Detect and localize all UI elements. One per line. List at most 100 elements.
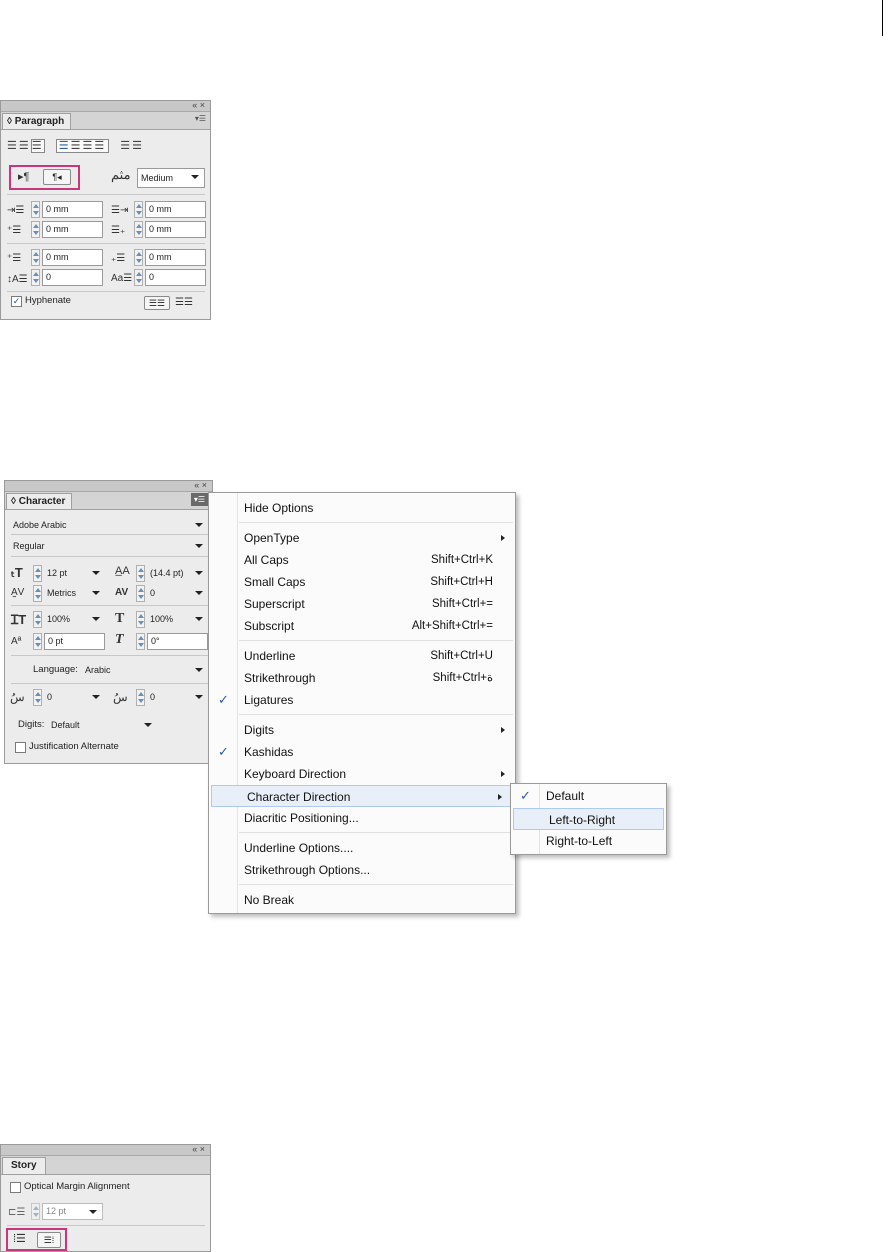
right-indent-stepper[interactable] [134,201,143,218]
panel-menu-icon[interactable]: ▾☰ [195,114,206,123]
left-indent-stepper[interactable] [31,201,40,218]
space-before-field[interactable]: 0 mm [42,249,103,266]
panel-menu-icon[interactable]: ▾☰ [190,493,208,506]
baseline-shift-stepper[interactable] [33,633,42,650]
submenu-item-label: Left-to-Right [549,813,616,827]
drop-cap-lines-stepper[interactable] [31,269,40,286]
submenu-item-default[interactable]: ✓ Default [511,785,666,807]
tab-story[interactable]: Story [2,1157,46,1174]
tab-paragraph[interactable]: ◊ Paragraph [2,113,72,129]
submenu-arrow-icon [501,727,505,733]
menu-item-no-break[interactable]: No Break [209,889,515,911]
justify-all-icon[interactable]: ☰ [94,140,106,152]
justify-right-icon[interactable]: ☰ [82,140,94,152]
panel-titlebar[interactable]: « × [5,480,212,492]
justify-center-icon[interactable]: ☰ [71,140,83,152]
align-away-spine-icon[interactable]: ☰ [132,140,144,152]
font-size-stepper[interactable] [33,565,42,582]
drop-cap-chars-field[interactable]: 0 [145,269,206,286]
leading-select[interactable]: (14.4 pt) [150,565,208,581]
justify-left-icon[interactable]: ☰ [59,140,71,152]
collapse-close-controls[interactable]: « × [192,100,205,111]
menu-item-underline-options[interactable]: Underline Options.... [209,837,515,859]
story-ltr-icon[interactable]: ⁞☰ [13,1233,26,1245]
right-indent-field[interactable]: 0 mm [145,201,206,218]
vertical-scale-select[interactable]: 100% [47,611,105,627]
align-right-icon[interactable]: ☰ [30,139,45,153]
menu-item-character-direction[interactable]: Character Direction [211,785,513,807]
tab-character[interactable]: ◊ Character [6,493,73,509]
align-left-icon[interactable]: ☰ [7,140,19,152]
menu-item-subscript[interactable]: Subscript Alt+Shift+Ctrl+= [209,615,515,637]
rtl-paragraph-button[interactable]: ¶◂ [43,169,71,185]
font-size-icon: ₜT [11,565,23,580]
first-line-indent-stepper[interactable] [31,221,40,238]
collapse-close-controls[interactable]: « × [194,480,207,491]
panel-titlebar[interactable]: « × [1,100,210,112]
skew-field[interactable]: 0° [147,633,208,650]
horizontal-scale-stepper[interactable] [136,611,145,628]
menu-item-superscript[interactable]: Superscript Shift+Ctrl+= [209,593,515,615]
space-after-field[interactable]: 0 mm [145,249,206,266]
align-center-icon[interactable]: ☰ [19,140,31,152]
tracking-select[interactable]: 0 [150,585,208,601]
first-line-indent-field[interactable]: 0 mm [42,221,103,238]
diacritic-y-stepper[interactable] [136,689,145,706]
kashida-select[interactable]: Medium [137,168,205,188]
menu-item-kashidas[interactable]: ✓ Kashidas [209,741,515,763]
drop-cap-chars-stepper[interactable] [134,269,143,286]
submenu-item-left-to-right[interactable]: Left-to-Right [513,808,664,830]
divider [11,556,209,557]
menu-item-all-caps[interactable]: All Caps Shift+Ctrl+K [209,549,515,571]
hyphenate-checkbox[interactable]: ✓ [11,296,22,307]
leading-stepper[interactable] [136,565,145,582]
optical-margin-stepper[interactable] [31,1203,40,1220]
digits-select[interactable]: Default [51,717,157,733]
justification-alternate-checkbox[interactable] [15,742,26,753]
align-spine-icon[interactable]: ☰ [120,140,132,152]
font-family-select[interactable]: Adobe Arabic [13,517,208,533]
collapse-close-controls[interactable]: « × [192,1144,205,1155]
diacritic-x-stepper[interactable] [33,689,42,706]
paragraph-composer-icon[interactable]: ☰☰ [175,297,193,309]
font-style-select[interactable]: Regular [13,538,208,554]
language-label: Language: [33,664,78,675]
language-select[interactable]: Arabic [85,662,208,678]
last-line-indent-field[interactable]: 0 mm [145,221,206,238]
horizontal-scale-select[interactable]: 100% [150,611,208,627]
tracking-stepper[interactable] [136,585,145,602]
digits-label: Digits: [18,719,45,730]
baseline-shift-field[interactable]: 0 pt [44,633,105,650]
font-size-select[interactable]: 12 pt [47,565,105,581]
vertical-scale-stepper[interactable] [33,611,42,628]
space-after-stepper[interactable] [134,249,143,266]
menu-item-underline[interactable]: Underline Shift+Ctrl+U [209,645,515,667]
ltr-paragraph-icon[interactable]: ▸¶ [18,171,29,183]
menu-item-hide-options[interactable]: Hide Options [209,497,515,519]
single-line-composer-button[interactable]: ☰☰ [144,296,170,310]
submenu-item-right-to-left[interactable]: Right-to-Left [511,830,666,852]
menu-item-small-caps[interactable]: Small Caps Shift+Ctrl+H [209,571,515,593]
diacritic-y-select[interactable]: 0 [150,689,208,705]
menu-item-strikethrough[interactable]: Strikethrough Shift+Ctrl+ة [209,667,515,689]
submenu-item-label: Right-to-Left [546,834,613,848]
left-indent-field[interactable]: 0 mm [42,201,103,218]
menu-item-digits[interactable]: Digits [209,719,515,741]
diacritic-x-select[interactable]: 0 [47,689,105,705]
menu-item-opentype[interactable]: OpenType [209,527,515,549]
optical-margin-size-select[interactable]: 12 pt [42,1203,103,1220]
space-before-stepper[interactable] [31,249,40,266]
kerning-select[interactable]: Metrics [47,585,105,601]
kerning-stepper[interactable] [33,585,42,602]
menu-item-shortcut: Shift+Ctrl+ة [432,672,493,684]
last-line-indent-stepper[interactable] [134,221,143,238]
menu-item-strikethrough-options[interactable]: Strikethrough Options... [209,859,515,881]
drop-cap-lines-field[interactable]: 0 [42,269,103,286]
panel-titlebar[interactable]: « × [1,1144,210,1156]
optical-margin-checkbox[interactable] [10,1182,21,1193]
menu-item-ligatures[interactable]: ✓ Ligatures [209,689,515,711]
story-rtl-button[interactable]: ☰⁞ [37,1232,61,1248]
skew-stepper[interactable] [136,633,145,650]
menu-item-keyboard-direction[interactable]: Keyboard Direction [209,763,515,785]
menu-item-diacritic-positioning[interactable]: Diacritic Positioning... [209,807,515,829]
